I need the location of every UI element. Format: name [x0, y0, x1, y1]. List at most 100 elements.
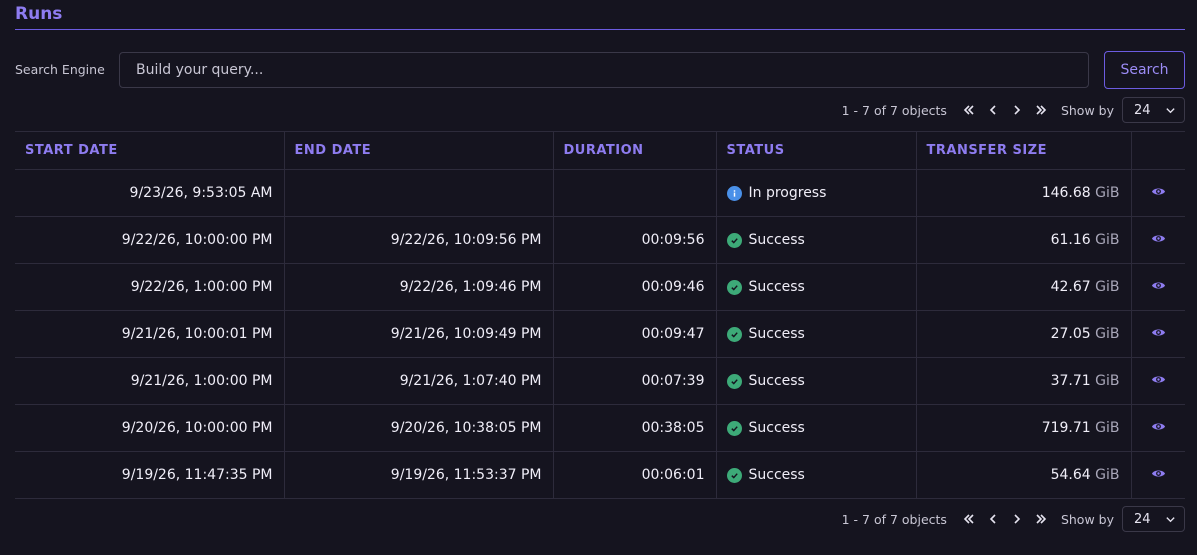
- transfer-size-cell: 61.16 GiB: [915, 216, 1131, 264]
- end-date-cell: 9/22/26, 10:09:56 PM: [283, 216, 553, 264]
- transfer-size-value: 42.67: [1050, 279, 1091, 295]
- check-circle-icon: [726, 467, 742, 483]
- status-badge: Success: [726, 467, 905, 483]
- column-header-transfer-size[interactable]: TRANSFER SIZE: [915, 131, 1131, 170]
- end-date-cell: 9/19/26, 11:53:37 PM: [283, 451, 553, 499]
- status-label: Success: [748, 279, 805, 295]
- status-badge: In progress: [726, 185, 905, 201]
- column-header-duration[interactable]: DURATION: [552, 131, 716, 170]
- start-date-cell: 9/21/26, 1:00:00 PM: [15, 357, 284, 405]
- transfer-size-unit: GiB: [1095, 326, 1120, 342]
- previous-page-icon[interactable]: [981, 100, 1005, 120]
- status-cell: Success: [715, 216, 916, 264]
- duration-cell: 00:07:39: [552, 357, 716, 405]
- last-page-icon[interactable]: [1029, 509, 1053, 529]
- status-cell: Success: [715, 357, 916, 405]
- show-by-label: Show by: [1060, 511, 1114, 527]
- status-badge: Success: [726, 232, 905, 248]
- column-header-actions: [1130, 131, 1185, 170]
- duration-cell: 00:09:47: [552, 310, 716, 358]
- info-icon: [726, 185, 742, 201]
- start-date-cell: 9/23/26, 9:53:05 AM: [15, 169, 284, 217]
- pagination-summary: 1 - 7 of 7 objects: [841, 102, 947, 118]
- next-page-icon[interactable]: [1005, 509, 1029, 529]
- check-circle-icon: [726, 373, 742, 389]
- view-eye-icon[interactable]: [1151, 233, 1166, 244]
- view-eye-icon[interactable]: [1151, 421, 1166, 432]
- table-row: 9/21/26, 1:00:00 PM 9/21/26, 1:07:40 PM 00…: [15, 357, 1185, 405]
- transfer-size-unit: GiB: [1095, 279, 1120, 295]
- transfer-size-cell: 719.71 GiB: [915, 404, 1131, 452]
- column-header-start-date[interactable]: START DATE: [15, 131, 284, 170]
- view-eye-icon[interactable]: [1151, 468, 1166, 479]
- transfer-size-unit: GiB: [1095, 185, 1120, 201]
- end-date-cell: 9/20/26, 10:38:05 PM: [283, 404, 553, 452]
- transfer-size-unit: GiB: [1095, 420, 1120, 436]
- first-page-icon[interactable]: [957, 509, 981, 529]
- first-page-icon[interactable]: [957, 100, 981, 120]
- status-label: Success: [748, 232, 805, 248]
- page-size-select[interactable]: 24: [1122, 506, 1185, 532]
- start-date-cell: 9/21/26, 10:00:01 PM: [15, 310, 284, 358]
- transfer-size-cell: 146.68 GiB: [915, 169, 1131, 217]
- page-size-value: 24: [1134, 511, 1151, 527]
- pagination-summary: 1 - 7 of 7 objects: [841, 511, 947, 527]
- page-size-select[interactable]: 24: [1122, 97, 1185, 123]
- status-cell: Success: [715, 404, 916, 452]
- start-date-cell: 9/20/26, 10:00:00 PM: [15, 404, 284, 452]
- check-circle-icon: [726, 232, 742, 248]
- view-eye-icon[interactable]: [1151, 327, 1166, 338]
- table-header-row: START DATE END DATE DURATION STATUS TRAN…: [15, 131, 1185, 170]
- duration-cell: 00:09:46: [552, 263, 716, 311]
- view-cell: [1130, 310, 1185, 358]
- view-eye-icon[interactable]: [1151, 186, 1166, 197]
- transfer-size-unit: GiB: [1095, 467, 1120, 483]
- search-input[interactable]: [119, 52, 1089, 88]
- show-by-label: Show by: [1060, 102, 1114, 118]
- status-label: Success: [748, 373, 805, 389]
- search-button[interactable]: Search: [1104, 51, 1185, 89]
- start-date-cell: 9/22/26, 10:00:00 PM: [15, 216, 284, 264]
- view-eye-icon[interactable]: [1151, 280, 1166, 291]
- table-row: 9/22/26, 1:00:00 PM 9/22/26, 1:09:46 PM 00…: [15, 263, 1185, 311]
- next-page-icon[interactable]: [1005, 100, 1029, 120]
- last-page-icon[interactable]: [1029, 100, 1053, 120]
- view-eye-icon[interactable]: [1151, 374, 1166, 385]
- status-badge: Success: [726, 420, 905, 436]
- transfer-size-value: 37.71: [1050, 373, 1091, 389]
- status-label: Success: [748, 467, 805, 483]
- duration-cell: 00:38:05: [552, 404, 716, 452]
- transfer-size-value: 719.71: [1041, 420, 1091, 436]
- check-circle-icon: [726, 279, 742, 295]
- transfer-size-unit: GiB: [1095, 373, 1120, 389]
- table-row: 9/23/26, 9:53:05 AM In progress 146.68 GiB: [15, 169, 1185, 217]
- table-row: 9/20/26, 10:00:00 PM 9/20/26, 10:38:05 PM…: [15, 404, 1185, 452]
- chevron-down-icon: [1166, 107, 1175, 113]
- column-header-status[interactable]: STATUS: [715, 131, 916, 170]
- pagination-bottom: 1 - 7 of 7 objects Show by 24: [842, 506, 1185, 532]
- previous-page-icon[interactable]: [981, 509, 1005, 529]
- status-cell: Success: [715, 263, 916, 311]
- transfer-size-value: 54.64: [1050, 467, 1091, 483]
- view-cell: [1130, 263, 1185, 311]
- start-date-cell: 9/22/26, 1:00:00 PM: [15, 263, 284, 311]
- status-badge: Success: [726, 279, 905, 295]
- view-cell: [1130, 451, 1185, 499]
- check-circle-icon: [726, 420, 742, 436]
- duration-cell: [552, 169, 716, 217]
- column-header-end-date[interactable]: END DATE: [283, 131, 553, 170]
- duration-cell: 00:09:56: [552, 216, 716, 264]
- search-engine-label: Search Engine: [15, 62, 105, 77]
- runs-table: START DATE END DATE DURATION STATUS TRAN…: [15, 131, 1185, 499]
- end-date-cell: 9/21/26, 1:07:40 PM: [283, 357, 553, 405]
- view-cell: [1130, 404, 1185, 452]
- transfer-size-cell: 54.64 GiB: [915, 451, 1131, 499]
- transfer-size-value: 61.16: [1050, 232, 1091, 248]
- end-date-cell: 9/22/26, 1:09:46 PM: [283, 263, 553, 311]
- status-label: Success: [748, 420, 805, 436]
- duration-cell: 00:06:01: [552, 451, 716, 499]
- status-cell: Success: [715, 451, 916, 499]
- transfer-size-cell: 42.67 GiB: [915, 263, 1131, 311]
- page-size-value: 24: [1134, 102, 1151, 118]
- table-row: 9/22/26, 10:00:00 PM 9/22/26, 10:09:56 PM…: [15, 216, 1185, 264]
